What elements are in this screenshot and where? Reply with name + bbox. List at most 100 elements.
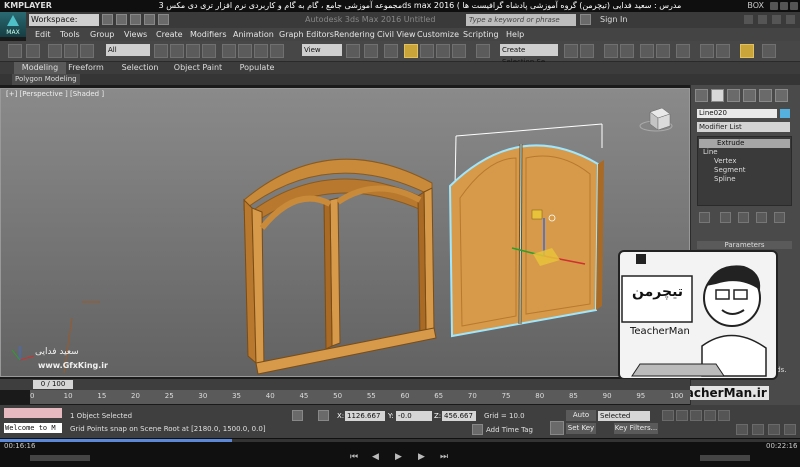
key-filters-button[interactable]: Key Filters... [614, 423, 658, 434]
create-panel-icon[interactable] [695, 89, 708, 102]
maximize-icon[interactable] [780, 2, 788, 10]
menu-edit[interactable]: Edit [35, 28, 51, 41]
arched-door[interactable] [448, 123, 604, 338]
edit-named-selection-icon[interactable] [476, 44, 490, 58]
render-setup-icon[interactable] [700, 44, 714, 58]
window-frame[interactable] [243, 158, 437, 375]
curve-editor-icon[interactable] [640, 44, 654, 58]
spinner-snap-icon[interactable] [452, 44, 466, 58]
menu-group[interactable]: Group [90, 28, 114, 41]
zoom-icon[interactable] [736, 424, 748, 435]
mirror-icon[interactable] [564, 44, 578, 58]
redo-icon[interactable] [158, 14, 169, 25]
menu-civil-view[interactable]: Civil View [377, 28, 416, 41]
view-cube-icon[interactable] [639, 107, 673, 132]
menu-views[interactable]: Views [124, 28, 147, 41]
select-manipulate-icon[interactable] [364, 44, 378, 58]
pan-icon[interactable] [752, 424, 764, 435]
menu-animation[interactable]: Animation [233, 28, 274, 41]
modify-panel-icon[interactable] [711, 89, 724, 102]
named-selection-dropdown[interactable]: Create Selection Se [500, 44, 558, 66]
previous-frame-icon[interactable] [676, 410, 688, 421]
set-key-icon[interactable] [550, 421, 564, 435]
menu-help[interactable]: Help [506, 28, 524, 41]
undo-tool-icon[interactable] [8, 44, 22, 58]
z-coordinate-field[interactable]: 456.667 [442, 411, 476, 421]
menu-customize[interactable]: Customize [417, 28, 459, 41]
time-tag-icon[interactable] [472, 424, 483, 435]
selection-region-icon[interactable] [186, 44, 200, 58]
hierarchy-panel-icon[interactable] [727, 89, 740, 102]
close-icon[interactable] [790, 2, 798, 10]
parameters-rollout[interactable]: Parameters [697, 241, 792, 249]
play-icon[interactable] [690, 410, 702, 421]
track-bar[interactable] [30, 390, 690, 404]
menu-tools[interactable]: Tools [60, 28, 80, 41]
tab-modeling[interactable]: Modeling [14, 62, 66, 74]
auto-key-button[interactable]: Auto Key [566, 410, 596, 430]
minimize-icon[interactable] [770, 2, 778, 10]
rotate-icon[interactable] [238, 44, 252, 58]
make-unique-icon[interactable] [738, 212, 749, 223]
a360-icon[interactable] [762, 44, 776, 58]
modifier-list-dropdown[interactable]: Modifier List [697, 122, 790, 132]
sign-in-link[interactable]: Sign In [600, 13, 627, 27]
app-close-icon[interactable] [786, 15, 795, 24]
move-icon[interactable] [222, 44, 236, 58]
app-minimize-icon[interactable] [758, 15, 767, 24]
open-file-icon[interactable] [116, 14, 127, 25]
player-info-buttons[interactable] [30, 455, 90, 461]
app-restore-icon[interactable] [772, 15, 781, 24]
player-rewind-icon[interactable]: ◀ [372, 452, 379, 462]
workspace-dropdown[interactable]: Workspace: Default [29, 14, 99, 36]
utilities-panel-icon[interactable] [775, 89, 788, 102]
tab-freeform[interactable]: Freeform [66, 62, 106, 74]
angle-snap-icon[interactable] [420, 44, 434, 58]
stack-item-extrude[interactable]: Extrude [699, 139, 790, 148]
menu-modifiers[interactable]: Modifiers [190, 28, 227, 41]
stack-item-line[interactable]: Line [703, 148, 718, 157]
link-icon[interactable] [48, 44, 62, 58]
set-key-button[interactable]: Set Key [566, 423, 596, 434]
stack-item-spline[interactable]: Spline [714, 175, 736, 184]
select-by-name-icon[interactable] [170, 44, 184, 58]
percent-snap-icon[interactable] [436, 44, 450, 58]
object-color-swatch[interactable] [780, 109, 790, 118]
keyboard-shortcut-icon[interactable] [384, 44, 398, 58]
show-end-result-icon[interactable] [720, 212, 731, 223]
selection-filter-dropdown[interactable]: All [106, 44, 150, 56]
next-frame-icon[interactable] [704, 410, 716, 421]
align-icon[interactable] [580, 44, 594, 58]
player-prev-icon[interactable]: ⏮ [350, 452, 358, 462]
maxscript-mini-listener[interactable]: Welcome to M [4, 423, 62, 433]
undo-icon[interactable] [144, 14, 155, 25]
bind-space-warp-icon[interactable] [80, 44, 94, 58]
x-coordinate-field[interactable]: 1126.667 [345, 411, 385, 421]
player-forward-icon[interactable]: ▶ [418, 452, 425, 462]
window-crossing-icon[interactable] [202, 44, 216, 58]
lock-selection-icon[interactable] [292, 410, 303, 421]
reference-coord-dropdown[interactable]: View [302, 44, 342, 56]
menu-scripting[interactable]: Scripting [463, 28, 499, 41]
remove-modifier-icon[interactable] [756, 212, 767, 223]
layer-explorer-icon[interactable] [604, 44, 618, 58]
menu-create[interactable]: Create [156, 28, 183, 41]
maxscript-listener[interactable] [4, 408, 62, 418]
menu-graph-editors[interactable]: Graph Editors [279, 28, 334, 41]
redo-tool-icon[interactable] [26, 44, 40, 58]
place-icon[interactable] [270, 44, 284, 58]
object-name-field[interactable]: Line020 [697, 109, 777, 118]
pivot-center-icon[interactable] [346, 44, 360, 58]
material-editor-icon[interactable] [676, 44, 690, 58]
tab-object-paint[interactable]: Object Paint [172, 62, 224, 74]
player-logo[interactable]: KMPLAYER [4, 0, 52, 12]
search-input[interactable]: Type a keyword or phrase [466, 14, 576, 26]
stack-item-segment[interactable]: Segment [714, 166, 746, 175]
menu-rendering[interactable]: Rendering [334, 28, 375, 41]
search-icon[interactable] [580, 14, 591, 25]
configure-sets-icon[interactable] [774, 212, 785, 223]
save-file-icon[interactable] [130, 14, 141, 25]
add-time-tag[interactable]: Add Time Tag [486, 425, 533, 435]
rendered-frame-icon[interactable] [716, 44, 730, 58]
unlink-icon[interactable] [64, 44, 78, 58]
